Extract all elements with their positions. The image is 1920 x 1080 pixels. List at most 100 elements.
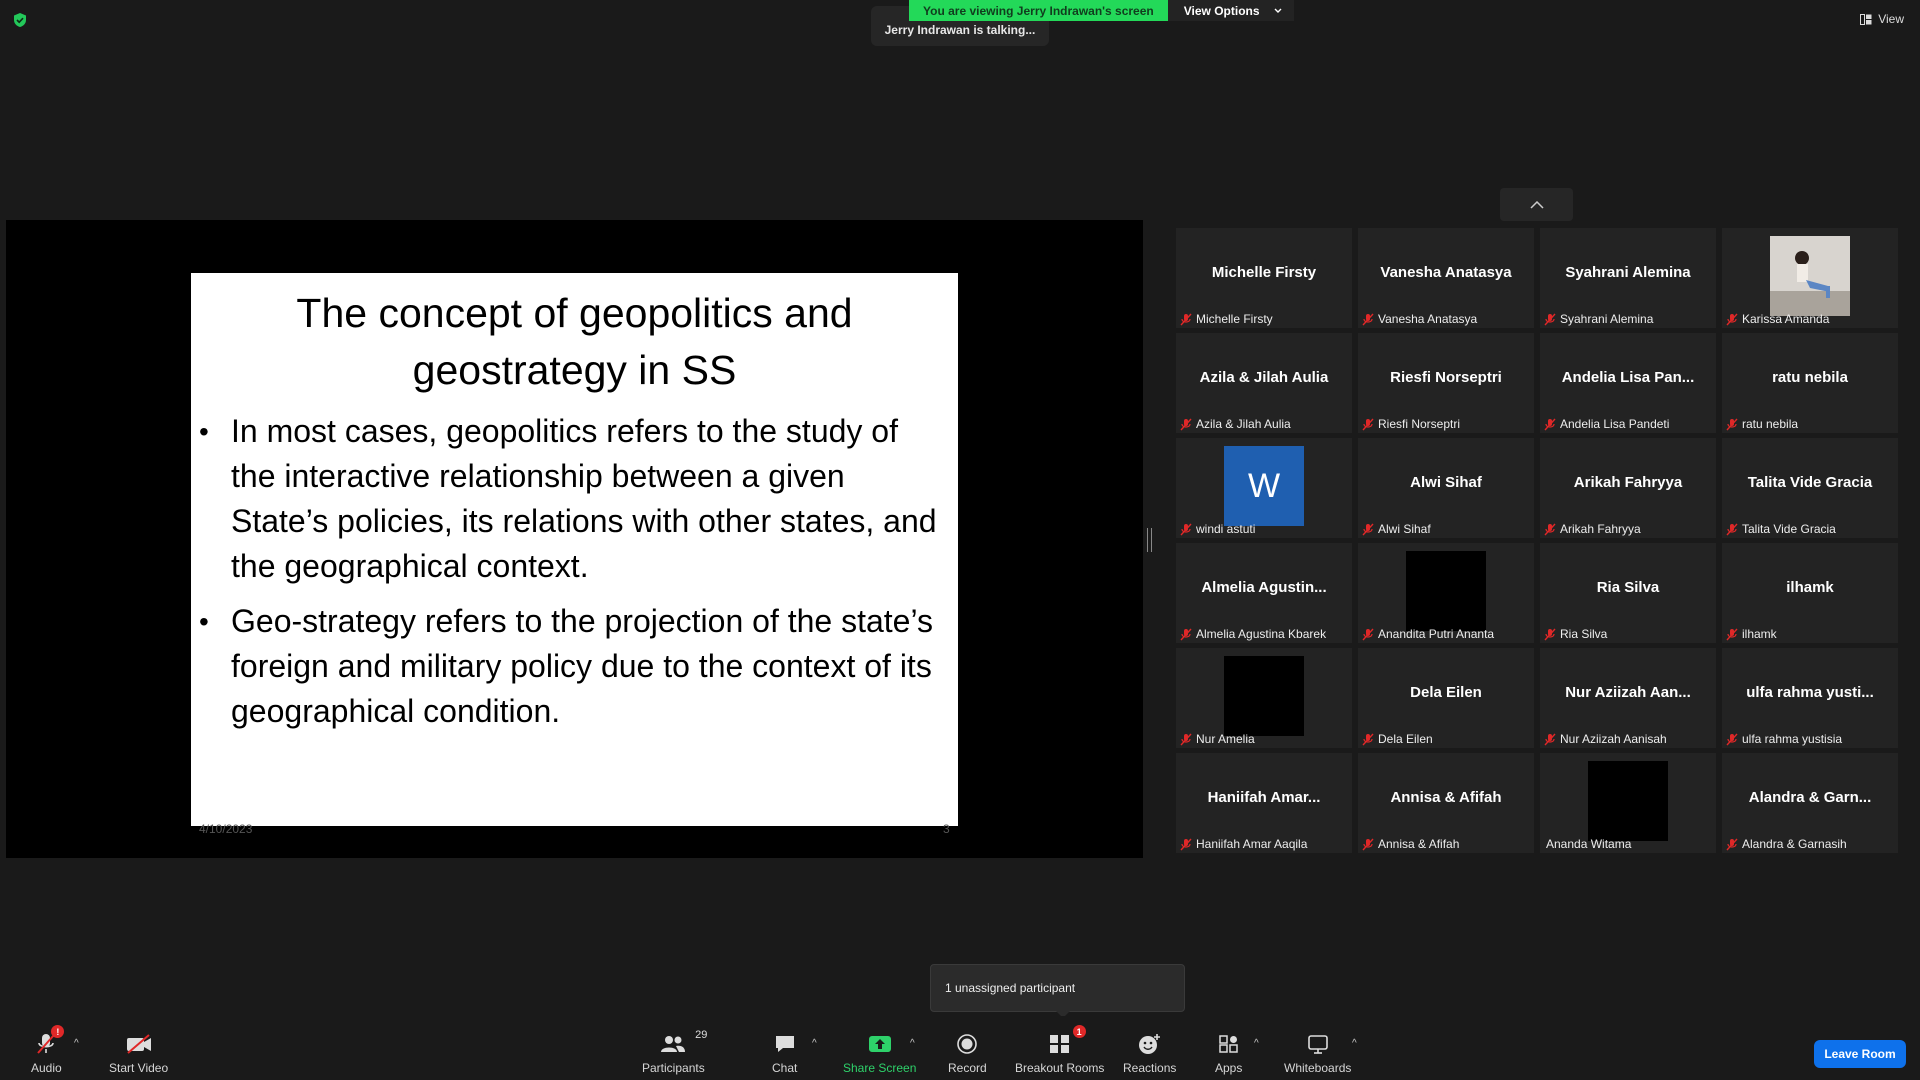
muted-mic-icon xyxy=(1362,838,1374,850)
shared-screen[interactable]: The concept of geopolitics and geostrate… xyxy=(6,220,1143,858)
muted-mic-icon xyxy=(1544,523,1556,535)
participant-name: Anandita Putri Ananta xyxy=(1378,627,1495,641)
muted-mic-icon xyxy=(1362,313,1374,325)
participant-name: Michelle Firsty xyxy=(1196,312,1273,326)
participant-name: Talita Vide Gracia xyxy=(1742,522,1836,536)
participant-tile[interactable]: Ria Silva Ria Silva xyxy=(1540,543,1716,643)
participant-tile[interactable]: Nur Aziizah Aan... Nur Aziizah Aanisah xyxy=(1540,648,1716,748)
participant-tile[interactable]: Almelia Agustin... Almelia Agustina Kbare… xyxy=(1176,543,1352,643)
participant-name-label: Alandra & Garnasih xyxy=(1726,837,1847,851)
security-shield-icon[interactable] xyxy=(12,12,28,28)
participant-name-label: Michelle Firsty xyxy=(1180,312,1273,326)
participant-tile[interactable]: Alandra & Garn... Alandra & Garnasih xyxy=(1722,753,1898,853)
reactions-button[interactable]: Reactions xyxy=(1123,1031,1176,1075)
participant-tile[interactable]: Alwi Sihaf Alwi Sihaf xyxy=(1358,438,1534,538)
record-button[interactable]: Record xyxy=(948,1031,987,1075)
whiteboards-button[interactable]: Whiteboards xyxy=(1284,1031,1351,1075)
audio-button[interactable]: ! Audio xyxy=(31,1025,65,1075)
participant-tile[interactable]: Anandita Putri Ananta xyxy=(1358,543,1534,643)
participant-tile[interactable]: Karissa Amanda xyxy=(1722,228,1898,328)
view-options-label: View Options xyxy=(1183,3,1260,18)
participant-tile[interactable]: Azila & Jilah Aulia Azila & Jilah Aulia xyxy=(1176,333,1352,433)
participant-display-name: Haniifah Amar... xyxy=(1207,789,1321,806)
resize-handle[interactable] xyxy=(1147,528,1152,552)
participants-count: 29 xyxy=(695,1029,708,1041)
talking-text: Jerry Indrawan is talking... xyxy=(884,23,1036,37)
participant-name-label: Andelia Lisa Pandeti xyxy=(1544,417,1669,431)
participant-tile[interactable]: Riesfi Norseptri Riesfi Norseptri xyxy=(1358,333,1534,433)
muted-mic-icon xyxy=(1544,418,1556,430)
whiteboard-icon xyxy=(1307,1035,1328,1054)
participant-display-name: Dela Eilen xyxy=(1410,684,1482,701)
participant-tile[interactable]: Vanesha Anatasya Vanesha Anatasya xyxy=(1358,228,1534,328)
participant-tile[interactable]: Haniifah Amar... Haniifah Amar Aaqila xyxy=(1176,753,1352,853)
participant-tile[interactable]: ratu nebila ratu nebila xyxy=(1722,333,1898,433)
participant-tile[interactable]: ulfa rahma yusti... ulfa rahma yustisia xyxy=(1722,648,1898,748)
breakout-badge: 1 xyxy=(1072,1025,1086,1038)
unassigned-text: 1 unassigned participant xyxy=(945,981,1076,995)
view-button[interactable]: View xyxy=(1860,12,1904,26)
participant-name: windi astuti xyxy=(1196,522,1256,536)
sharing-banner: You are viewing Jerry Indrawan's screen … xyxy=(909,0,1294,21)
participant-name-label: Anandita Putri Ananta xyxy=(1362,627,1494,641)
participant-tile[interactable]: Michelle Firsty Michelle Firsty xyxy=(1176,228,1352,328)
leave-room-button[interactable]: Leave Room xyxy=(1814,1040,1906,1068)
participant-name-label: Vanesha Anatasya xyxy=(1362,312,1477,326)
chevron-up-icon xyxy=(1529,200,1544,209)
participant-tile[interactable]: Annisa & Afifah Annisa & Afifah xyxy=(1358,753,1534,853)
view-options-button[interactable]: View Options xyxy=(1167,0,1294,21)
chat-icon xyxy=(775,1036,794,1052)
muted-mic-icon xyxy=(1180,838,1192,850)
start-video-button[interactable]: Start Video xyxy=(109,1031,168,1075)
participant-display-name: Riesfi Norseptri xyxy=(1390,369,1502,386)
muted-mic-icon xyxy=(1544,733,1556,745)
participant-tile[interactable]: Wwindi astuti xyxy=(1176,438,1352,538)
breakout-rooms-button[interactable]: 1 Breakout Rooms xyxy=(1015,1025,1104,1075)
participant-name-label: Talita Vide Gracia xyxy=(1726,522,1836,536)
participant-tile[interactable]: Arikah Fahryya Arikah Fahryya xyxy=(1540,438,1716,538)
participant-display-name: Alwi Sihaf xyxy=(1410,474,1482,491)
participant-name: Alwi Sihaf xyxy=(1378,522,1431,536)
audio-options-caret[interactable]: ^ xyxy=(74,1038,79,1049)
apps-button[interactable]: Apps xyxy=(1215,1031,1242,1075)
participant-display-name: Michelle Firsty xyxy=(1211,264,1317,281)
participant-tile[interactable]: Syahrani Alemina Syahrani Alemina xyxy=(1540,228,1716,328)
participant-tile[interactable]: Andelia Lisa Pan... Andelia Lisa Pandeti xyxy=(1540,333,1716,433)
muted-mic-icon xyxy=(1726,733,1738,745)
participant-name-label: ratu nebila xyxy=(1726,417,1798,431)
video-off-icon xyxy=(126,1034,151,1054)
chat-options-caret[interactable]: ^ xyxy=(812,1038,817,1049)
participant-name: Alandra & Garnasih xyxy=(1742,837,1847,851)
share-screen-icon xyxy=(868,1036,891,1052)
participant-display-name: Alandra & Garn... xyxy=(1748,789,1872,806)
participants-icon xyxy=(661,1036,686,1052)
participant-tile[interactable]: Nur Amelia xyxy=(1176,648,1352,748)
share-options-caret[interactable]: ^ xyxy=(910,1038,915,1049)
muted-mic-icon xyxy=(1362,523,1374,535)
participant-name-label: Ananda Witama xyxy=(1546,837,1631,851)
sharing-status: You are viewing Jerry Indrawan's screen xyxy=(909,0,1168,21)
participant-tile[interactable]: Ananda Witama xyxy=(1540,753,1716,853)
participant-name-label: Nur Amelia xyxy=(1180,732,1255,746)
participant-tile[interactable]: Talita Vide Gracia Talita Vide Gracia xyxy=(1722,438,1898,538)
whiteboards-label: Whiteboards xyxy=(1284,1061,1352,1075)
profile-photo xyxy=(1770,236,1850,316)
participant-name: Dela Eilen xyxy=(1378,732,1433,746)
participant-name: Nur Amelia xyxy=(1196,732,1255,746)
grid-view-icon xyxy=(1860,13,1872,25)
participant-name: Nur Aziizah Aanisah xyxy=(1560,732,1667,746)
slide-bullet: In most cases, geopolitics refers to the… xyxy=(199,409,958,589)
chat-button[interactable]: Chat xyxy=(772,1031,797,1075)
muted-mic-icon xyxy=(1180,313,1192,325)
whiteboards-options-caret[interactable]: ^ xyxy=(1352,1038,1357,1049)
participants-button[interactable]: 29 Participants xyxy=(642,1029,708,1075)
apps-options-caret[interactable]: ^ xyxy=(1254,1038,1259,1049)
participant-tile[interactable]: Dela Eilen Dela Eilen xyxy=(1358,648,1534,748)
muted-mic-icon xyxy=(1726,628,1738,640)
participant-name-label: Karissa Amanda xyxy=(1726,312,1829,326)
participant-name: Ria Silva xyxy=(1560,627,1608,641)
participant-name-label: Almelia Agustina Kbarek xyxy=(1180,627,1326,641)
share-screen-button[interactable]: Share Screen xyxy=(843,1031,916,1075)
collapse-gallery-button[interactable] xyxy=(1500,188,1573,221)
participant-tile[interactable]: ilhamk ilhamk xyxy=(1722,543,1898,643)
